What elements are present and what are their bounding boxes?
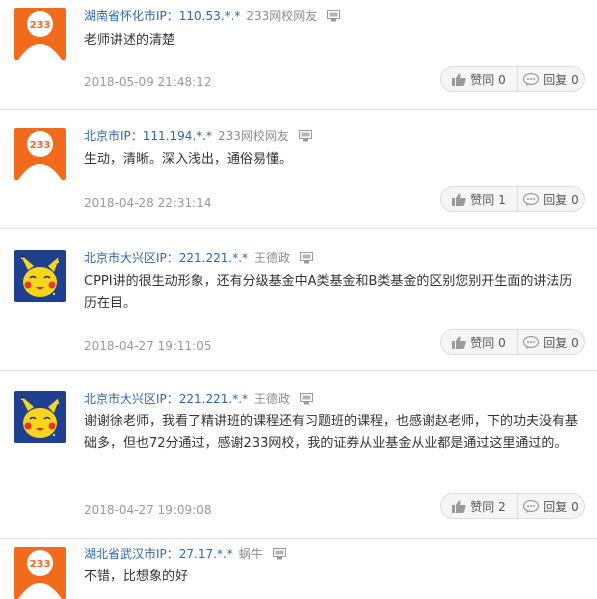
comment-list: 233 湖南省怀化市IP：110.53.*.* 233网校网友 老师讲述的清楚 2…	[0, 0, 597, 599]
comment-location[interactable]: 湖北省武汉市IP：27.17.*.*	[84, 547, 233, 561]
pikachu-icon	[14, 391, 66, 443]
comment-username[interactable]: 233网校网友	[246, 9, 317, 23]
comment-time: 2018-04-28 22:31:14	[84, 196, 212, 210]
comment-username[interactable]: 王德政	[254, 251, 290, 265]
speech-bubble-icon	[523, 72, 540, 86]
pikachu-icon	[14, 250, 66, 302]
comment-item: 233 湖南省怀化市IP：110.53.*.* 233网校网友 老师讲述的清楚 2…	[0, 0, 597, 110]
computer-icon	[299, 393, 313, 405]
comment-username[interactable]: 233网校网友	[218, 129, 289, 143]
comment-text: CPPI讲的很生动形象，还有分级基金中A类基金和B类基金的区别您别开生面的讲法历…	[84, 274, 573, 311]
comment-item: 233 湖北省武汉市IP：27.17.*.* 蜗牛 不错，比想象的好	[0, 539, 597, 599]
speech-bubble-icon	[523, 192, 540, 206]
comment-item: 北京市大兴区IP：221.221.*.* 王德政 谢谢徐老师，我看了精讲班的课程还…	[0, 371, 597, 539]
comment-meta: 湖北省武汉市IP：27.17.*.* 蜗牛	[84, 546, 286, 562]
like-count: 赞同 2	[470, 499, 506, 514]
reply-count: 回复 0	[543, 192, 579, 207]
svg-text:233: 233	[30, 20, 51, 31]
thumbs-up-icon	[452, 500, 466, 513]
like-button[interactable]: 赞同 0	[440, 66, 518, 92]
like-button[interactable]: 赞同 1	[440, 186, 518, 212]
thumbs-up-icon	[452, 193, 466, 206]
comment-location[interactable]: 北京市大兴区IP：221.221.*.*	[84, 251, 248, 265]
comment-username[interactable]: 王德政	[254, 392, 290, 406]
speech-bubble-icon	[523, 499, 540, 513]
233-logo-icon: 233	[14, 8, 66, 60]
comment-time: 2018-05-09 21:48:12	[84, 75, 212, 89]
thumbs-up-icon	[452, 73, 466, 86]
comment-text: 老师讲述的清楚	[84, 33, 176, 48]
svg-text:233: 233	[30, 559, 51, 570]
computer-icon	[298, 130, 312, 142]
233-logo-icon: 233	[14, 128, 66, 180]
comment-item: 北京市大兴区IP：221.221.*.* 王德政 CPPI讲的很生动形象，还有分级…	[0, 229, 597, 371]
comment-location[interactable]: 北京市IP：111.194.*.*	[84, 129, 212, 143]
reply-button[interactable]: 回复 0	[518, 186, 585, 212]
comment-location[interactable]: 北京市大兴区IP：221.221.*.*	[84, 392, 248, 406]
like-count: 赞同 0	[470, 72, 506, 87]
like-button[interactable]: 赞同 2	[440, 493, 518, 519]
comment-actions: 赞同 1 回复 0	[440, 186, 585, 212]
comment-username[interactable]: 蜗牛	[239, 547, 263, 561]
comment-meta: 北京市大兴区IP：221.221.*.* 王德政	[84, 250, 313, 266]
comment-item: 233 北京市IP：111.194.*.* 233网校网友 生动，清晰。深入浅出，…	[0, 110, 597, 229]
comment-meta: 北京市IP：111.194.*.* 233网校网友	[84, 128, 312, 144]
reply-button[interactable]: 回复 0	[518, 66, 585, 92]
like-count: 赞同 0	[470, 335, 506, 350]
computer-icon	[327, 10, 341, 22]
speech-bubble-icon	[523, 335, 540, 349]
avatar-233-logo[interactable]: 233	[14, 128, 66, 180]
avatar-pikachu[interactable]	[14, 250, 66, 302]
like-count: 赞同 1	[470, 192, 506, 207]
comment-actions: 赞同 2 回复 0	[440, 493, 585, 519]
reply-count: 回复 0	[543, 499, 579, 514]
like-button[interactable]: 赞同 0	[440, 329, 518, 355]
comment-actions: 赞同 0 回复 0	[440, 66, 585, 92]
comment-meta: 湖南省怀化市IP：110.53.*.* 233网校网友	[84, 8, 341, 24]
reply-count: 回复 0	[543, 335, 579, 350]
comment-meta: 北京市大兴区IP：221.221.*.* 王德政	[84, 391, 313, 407]
svg-text:233: 233	[30, 140, 51, 151]
thumbs-up-icon	[452, 336, 466, 349]
comment-time: 2018-04-27 19:09:08	[84, 503, 212, 517]
avatar-233-logo[interactable]: 233	[14, 547, 66, 599]
reply-count: 回复 0	[543, 72, 579, 87]
computer-icon	[299, 252, 313, 264]
avatar-pikachu[interactable]	[14, 391, 66, 443]
reply-button[interactable]: 回复 0	[518, 329, 585, 355]
comment-text: 谢谢徐老师，我看了精讲班的课程还有习题班的课程，也感谢赵老师，下的功夫没有基础多…	[84, 414, 579, 451]
comment-text: 生动，清晰。深入浅出，通俗易懂。	[84, 152, 293, 167]
avatar-233-logo[interactable]: 233	[14, 8, 66, 60]
comment-location[interactable]: 湖南省怀化市IP：110.53.*.*	[84, 9, 240, 23]
computer-icon	[272, 548, 286, 560]
comment-text: 不错，比想象的好	[84, 569, 189, 584]
comment-time: 2018-04-27 19:11:05	[84, 339, 212, 353]
reply-button[interactable]: 回复 0	[518, 493, 585, 519]
233-logo-icon: 233	[14, 547, 66, 599]
comment-actions: 赞同 0 回复 0	[440, 329, 585, 355]
